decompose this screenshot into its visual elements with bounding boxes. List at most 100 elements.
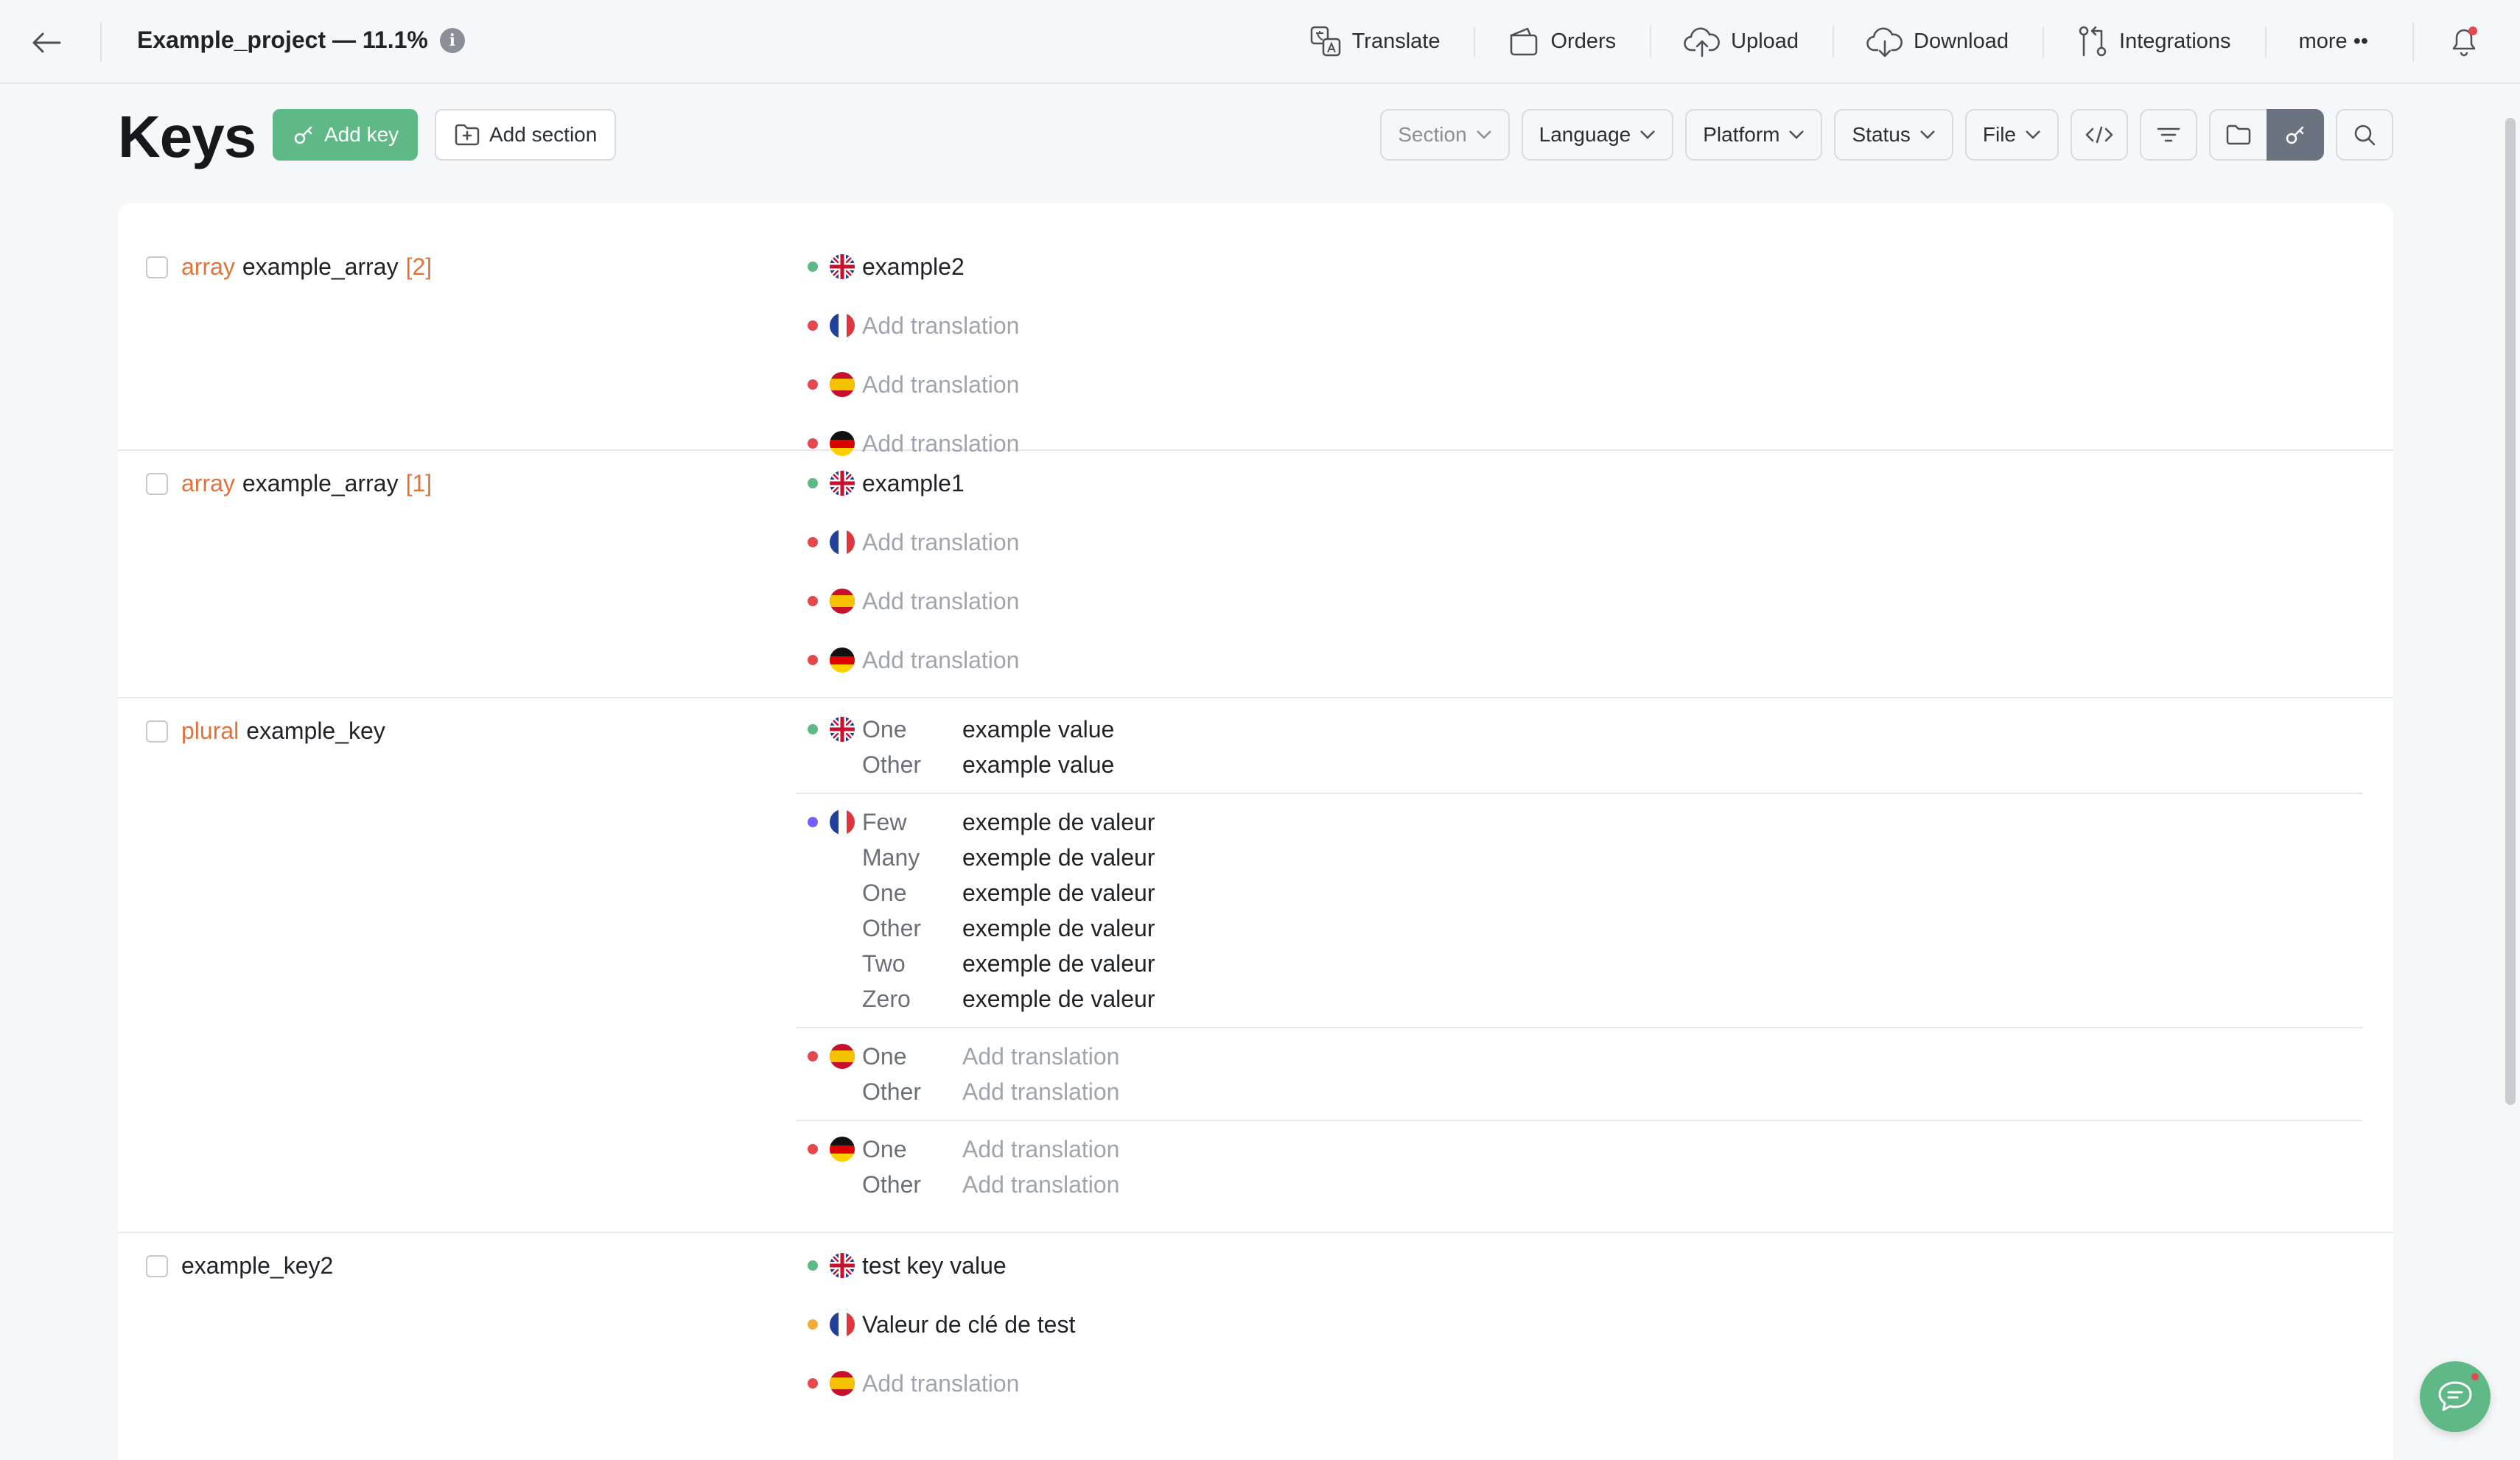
plural-block-de[interactable]: One Add translation Other Add translation — [796, 1121, 2362, 1212]
nav-orders-label: Orders — [1550, 29, 1617, 53]
plural-block-en[interactable]: One example value Other example value — [796, 701, 2362, 794]
translation-line[interactable]: Add translation — [796, 631, 2362, 689]
status-dot — [808, 817, 818, 827]
plural-block-fr[interactable]: Few exemple de valeur Many exemple de vale… — [796, 794, 2362, 1028]
uk-flag-icon — [830, 471, 855, 496]
translation-line[interactable]: example2 — [796, 237, 2362, 296]
translation-value: exemple de valeur — [962, 879, 1155, 906]
section-filter[interactable]: Section — [1380, 109, 1510, 161]
plural-form-line: Many exemple de valeur — [796, 840, 2362, 875]
add-translation-placeholder[interactable]: Add translation — [862, 588, 1019, 615]
plural-form-line: One exemple de valeur — [796, 875, 2362, 910]
france-flag-icon — [830, 313, 855, 338]
upload-cloud-icon — [1684, 27, 1721, 57]
chat-bubble-icon — [2438, 1381, 2472, 1411]
download-cloud-icon — [1866, 27, 1903, 57]
translation-line[interactable]: Add translation — [796, 572, 2362, 631]
translation-line[interactable]: Add translation — [796, 1354, 2362, 1413]
translation-value: exemple de valeur — [962, 808, 1155, 835]
add-translation-placeholder[interactable]: Add translation — [962, 1043, 1119, 1070]
status-dot — [808, 1260, 818, 1271]
translation-line[interactable]: Add translation — [796, 355, 2362, 414]
translation-value: test key value — [862, 1252, 1007, 1279]
nav-more[interactable]: more •• — [2264, 0, 2402, 83]
key-row: array example_array [1] example1 Add tra… — [118, 451, 2393, 698]
file-filter-label: File — [1982, 123, 2016, 146]
key-checkbox[interactable] — [146, 720, 168, 743]
translation-line[interactable]: example1 — [796, 454, 2362, 513]
plural-form-line: Other Add translation — [796, 1074, 2362, 1109]
key-checkbox[interactable] — [146, 472, 168, 495]
sort-button[interactable] — [2140, 109, 2197, 161]
spain-flag-icon — [830, 589, 855, 614]
key-kind: array — [181, 470, 235, 496]
translation-value: example1 — [862, 469, 965, 496]
vertical-scrollbar[interactable] — [2505, 118, 2516, 1105]
nav-download[interactable]: Download — [1833, 0, 2043, 83]
section-filter-label: Section — [1398, 123, 1467, 146]
nav-translate[interactable]: Translate — [1275, 0, 1474, 83]
file-filter[interactable]: File — [1964, 109, 2059, 161]
plural-form-line: One Add translation — [796, 1131, 2362, 1167]
translation-value: exemple de valeur — [962, 950, 1155, 977]
key-label: array example_array [1] — [146, 470, 432, 497]
search-button[interactable] — [2336, 109, 2393, 161]
nav-upload[interactable]: Upload — [1650, 0, 1833, 83]
status-dot — [808, 262, 818, 272]
translation-value: exemple de valeur — [962, 985, 1155, 1012]
add-key-button[interactable]: Add key — [273, 109, 419, 161]
spain-flag-icon — [830, 1044, 855, 1069]
code-view-button[interactable] — [2071, 109, 2128, 161]
nav-orders[interactable]: Orders — [1474, 0, 1650, 83]
add-translation-placeholder[interactable]: Add translation — [862, 647, 1019, 674]
notifications-bell-icon[interactable] — [2445, 22, 2483, 60]
add-translation-placeholder[interactable]: Add translation — [962, 1136, 1119, 1163]
status-filter[interactable]: Status — [1834, 109, 1953, 161]
key-row: array example_array [2] example2 Add tra… — [118, 203, 2393, 457]
plural-form-name: Zero — [862, 985, 911, 1012]
key-index: [2] — [405, 253, 433, 280]
key-checkbox[interactable] — [146, 256, 168, 278]
key-icon — [294, 126, 312, 144]
plural-block-es[interactable]: One Add translation Other Add translation — [796, 1028, 2362, 1121]
add-translation-placeholder[interactable]: Add translation — [862, 312, 1019, 340]
plural-form-line: One example value — [796, 712, 2362, 747]
add-section-button[interactable]: Add section — [435, 109, 617, 161]
platform-filter[interactable]: Platform — [1685, 109, 1823, 161]
translation-line[interactable]: Add translation — [796, 296, 2362, 355]
add-translation-placeholder[interactable]: Add translation — [962, 1171, 1119, 1198]
status-dot — [808, 320, 818, 331]
add-translation-placeholder[interactable]: Add translation — [862, 1370, 1019, 1397]
info-icon[interactable]: i — [439, 27, 465, 53]
nav-integrations[interactable]: Integrations — [2043, 0, 2265, 83]
key-name[interactable]: example_array — [242, 253, 399, 281]
key-name[interactable]: example_key — [246, 717, 385, 745]
divider — [2412, 22, 2414, 62]
key-kind: plural — [181, 717, 239, 744]
search-icon — [2354, 124, 2376, 146]
translation-line[interactable]: test key value — [796, 1236, 2362, 1295]
key-name[interactable]: example_key2 — [181, 1252, 333, 1280]
translation-line[interactable]: Add translation — [796, 513, 2362, 572]
back-arrow-icon[interactable] — [28, 24, 65, 61]
add-translation-placeholder[interactable]: Add translation — [862, 371, 1019, 399]
add-section-label: Add section — [489, 123, 598, 146]
add-translation-placeholder[interactable]: Add translation — [962, 1078, 1119, 1106]
plural-form-name: Other — [862, 751, 922, 778]
status-dot — [808, 655, 818, 665]
language-filter[interactable]: Language — [1521, 109, 1674, 161]
add-translation-placeholder[interactable]: Add translation — [862, 529, 1019, 556]
key-name[interactable]: example_array — [242, 470, 399, 497]
key-checkbox[interactable] — [146, 1254, 168, 1277]
plural-form-name: Two — [862, 950, 906, 977]
nav-integrations-label: Integrations — [2119, 29, 2231, 53]
nav-translate-label: Translate — [1351, 29, 1441, 53]
translation-line[interactable]: Valeur de clé de test — [796, 1295, 2362, 1354]
key-label: plural example_key — [146, 717, 385, 745]
translation-value: exemple de valeur — [962, 843, 1155, 871]
folder-view-button[interactable] — [2209, 109, 2267, 161]
keys-view-button[interactable] — [2267, 109, 2324, 161]
chat-support-button[interactable] — [2420, 1361, 2491, 1432]
translation-value: Valeur de clé de test — [862, 1310, 1076, 1338]
status-dot — [808, 1378, 818, 1389]
